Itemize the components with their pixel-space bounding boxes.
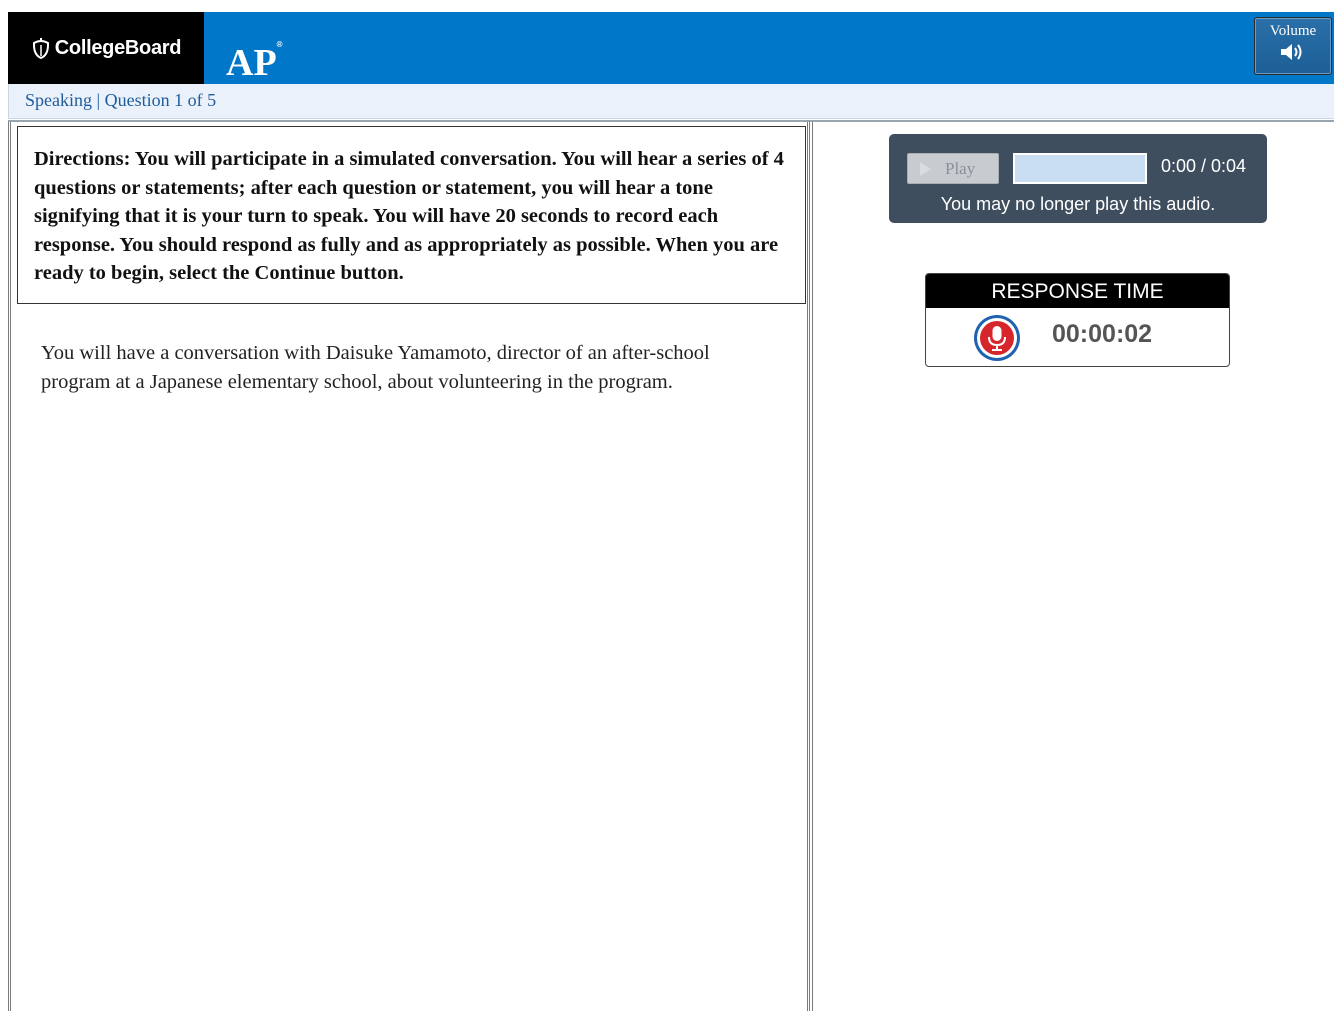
directions-text: Directions: You will participate in a si… [34,148,784,284]
microphone-icon [974,315,1020,361]
speaker-icon [1281,44,1302,60]
directions-box: Directions: You will participate in a si… [17,126,806,304]
volume-button[interactable]: Volume [1254,17,1332,75]
prompt-text: You will have a conversation with Daisuk… [41,342,710,393]
response-time-label: RESPONSE TIME [926,274,1229,308]
audio-notice: You may no longer play this audio. [940,194,1216,214]
audio-progress-bar [1013,153,1147,184]
acorn-icon [32,38,49,60]
product-name: AP [226,42,277,84]
volume-label: Volume [1269,23,1317,39]
play-icon [920,161,931,176]
header-bar [8,12,1334,84]
play-button[interactable]: Play [907,153,999,184]
response-time-value: 00:00:02 [1052,320,1153,348]
audio-player: Play 0:00 / 0:04 You may no longer play … [889,134,1267,223]
breadcrumb-bar: Speaking | Question 1 of 5 [8,84,1334,119]
play-label: Play [945,158,976,178]
ap-logo: AP® [226,20,283,84]
registered-mark: ® [276,40,283,49]
audio-time: 0:00 / 0:04 [1161,156,1247,176]
right-panel [812,122,1334,1011]
brand-name: CollegeBoard [54,36,182,59]
breadcrumb: Speaking | Question 1 of 5 [25,90,217,110]
collegeboard-logo: CollegeBoard [8,12,204,84]
response-time-box: RESPONSE TIME 00:00:02 [925,273,1230,367]
